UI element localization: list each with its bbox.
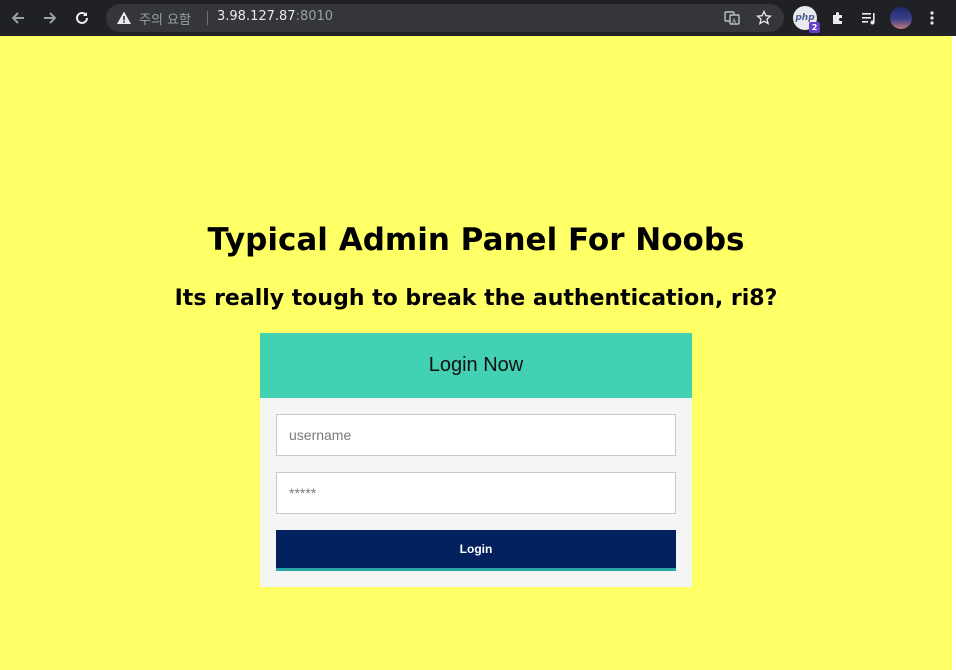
media-queue-icon bbox=[862, 13, 875, 25]
translate-icon[interactable]: A bbox=[724, 10, 740, 26]
username-input[interactable] bbox=[276, 414, 676, 456]
page-subtitle: Its really tough to break the authentica… bbox=[174, 286, 778, 311]
address-bar[interactable]: 주의 요함 3.98.127.87:8010 A bbox=[106, 4, 784, 32]
kebab-menu-icon bbox=[930, 11, 934, 25]
password-input[interactable] bbox=[276, 472, 676, 514]
media-queue-button[interactable] bbox=[858, 0, 880, 36]
security-label[interactable]: 주의 요함 bbox=[139, 9, 191, 28]
browser-menu-button[interactable] bbox=[922, 0, 942, 36]
star-icon[interactable] bbox=[756, 10, 772, 26]
extensions-button[interactable] bbox=[827, 0, 849, 36]
back-arrow-icon bbox=[11, 12, 24, 24]
puzzle-icon bbox=[833, 12, 842, 24]
php-extension-icon: php 2 bbox=[793, 6, 820, 33]
login-button[interactable]: Login bbox=[276, 530, 676, 571]
browser-toolbar: 주의 요함 3.98.127.87:8010 A php 2 bbox=[0, 0, 956, 36]
url-text[interactable]: 3.98.127.87:8010 bbox=[217, 9, 333, 24]
reload-icon bbox=[76, 11, 88, 24]
reload-button[interactable] bbox=[68, 0, 96, 36]
php-badge-count: 2 bbox=[809, 22, 820, 33]
login-card: Login Now Login bbox=[260, 333, 692, 587]
url-port: :8010 bbox=[295, 9, 334, 24]
warning-icon[interactable] bbox=[116, 10, 132, 26]
php-extension-button[interactable]: php 2 bbox=[793, 0, 820, 36]
page-title: Typical Admin Panel For Noobs bbox=[207, 222, 745, 258]
window-edge bbox=[952, 36, 956, 670]
forward-arrow-icon bbox=[44, 12, 57, 24]
divider bbox=[207, 11, 208, 25]
url-host: 3.98.127.87 bbox=[217, 9, 296, 24]
profile-avatar bbox=[890, 7, 912, 29]
profile-button[interactable] bbox=[889, 0, 913, 36]
back-button[interactable] bbox=[4, 0, 32, 36]
forward-button[interactable] bbox=[36, 0, 64, 36]
login-header: Login Now bbox=[260, 333, 692, 398]
